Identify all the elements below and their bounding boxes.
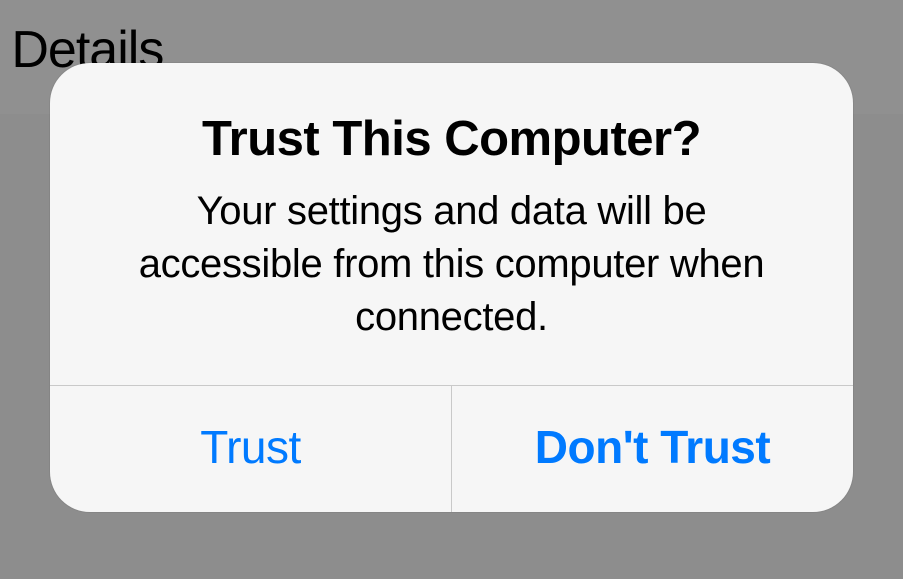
dialog-title: Trust This Computer?: [110, 111, 793, 167]
trust-button[interactable]: Trust: [50, 386, 452, 512]
dont-trust-button[interactable]: Don't Trust: [452, 386, 853, 512]
dialog-content: Trust This Computer? Your settings and d…: [50, 63, 853, 385]
dialog-message: Your settings and data will be accessibl…: [110, 185, 793, 343]
trust-computer-dialog: Trust This Computer? Your settings and d…: [50, 63, 853, 512]
dialog-button-row: Trust Don't Trust: [50, 385, 853, 512]
